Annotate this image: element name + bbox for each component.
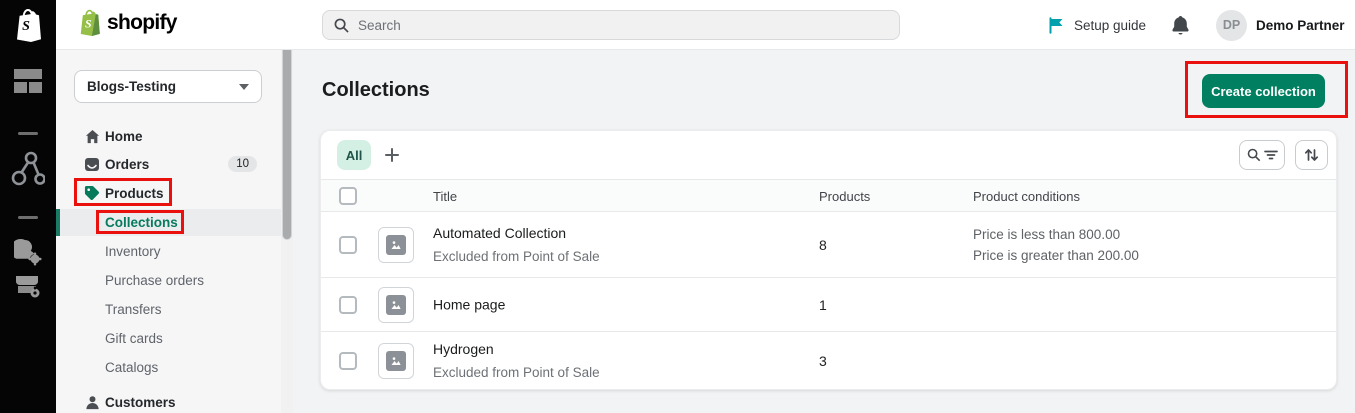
- collection-thumbnail: [378, 227, 414, 263]
- search-icon: [334, 18, 349, 33]
- column-header-title: Title: [433, 189, 457, 204]
- products-count: 8: [819, 237, 827, 253]
- orders-icon: [84, 156, 100, 172]
- image-placeholder-icon: [386, 295, 406, 315]
- svg-text:S: S: [85, 16, 92, 30]
- page-title: Collections: [322, 79, 430, 102]
- sidebar-item-transfers[interactable]: Transfers: [56, 295, 281, 323]
- collection-title-block[interactable]: Home page: [433, 293, 505, 316]
- avatar: DP: [1216, 10, 1247, 41]
- products-count: 3: [819, 353, 827, 369]
- sidebar: Blogs-Testing Home Orders 10 Products Co…: [56, 50, 281, 413]
- table-header: Title Products Product conditions: [321, 179, 1336, 212]
- condition-line: Price is less than 800.00: [973, 224, 1139, 245]
- collections-card: All Title Products Product conditions: [320, 130, 1337, 390]
- add-view-button[interactable]: [382, 145, 402, 165]
- topbar: S shopify Search Setup guide DP Demo Par…: [56, 0, 1355, 50]
- home-icon: [84, 128, 100, 144]
- column-header-conditions: Product conditions: [973, 189, 1080, 204]
- condition-line: Price is greater than 200.00: [973, 245, 1139, 266]
- filter-icon: [1264, 149, 1278, 161]
- sidebar-item-inventory[interactable]: Inventory: [56, 237, 281, 265]
- collection-thumbnail: [378, 287, 414, 323]
- account-name: Demo Partner: [1256, 18, 1345, 33]
- sidebar-item-orders[interactable]: Orders 10: [56, 150, 281, 178]
- shopify-logo-bag-icon: S: [78, 9, 101, 36]
- shopify-logo-text: shopify: [107, 11, 177, 35]
- sidebar-item-catalogs[interactable]: Catalogs: [56, 353, 281, 381]
- sidebar-item-purchase-orders[interactable]: Purchase orders: [56, 266, 281, 294]
- table-row[interactable]: Home page 1: [321, 278, 1336, 332]
- sidebar-item-gift-cards[interactable]: Gift cards: [56, 324, 281, 352]
- collection-title-block[interactable]: Hydrogen Excluded from Point of Sale: [433, 338, 600, 384]
- collection-subtitle: Excluded from Point of Sale: [433, 245, 600, 268]
- image-placeholder-icon: [386, 235, 406, 255]
- sort-button[interactable]: [1295, 140, 1328, 170]
- collection-subtitle: Excluded from Point of Sale: [433, 361, 600, 384]
- sidebar-item-label: Catalogs: [105, 360, 158, 375]
- app-rail: S: [0, 0, 56, 413]
- sidebar-item-home[interactable]: Home: [56, 122, 281, 150]
- sidebar-item-customers[interactable]: Customers: [56, 388, 281, 413]
- sort-arrows-icon: [1304, 147, 1319, 163]
- collection-title[interactable]: Hydrogen: [433, 338, 600, 361]
- table-row[interactable]: Automated Collection Excluded from Point…: [321, 213, 1336, 278]
- shopify-logo[interactable]: S shopify: [78, 9, 177, 36]
- sidebar-item-collections[interactable]: Collections: [56, 208, 281, 236]
- tab-all[interactable]: All: [337, 140, 371, 170]
- setup-guide-label: Setup guide: [1074, 18, 1146, 33]
- sidebar-item-label: Customers: [105, 395, 176, 410]
- plus-icon: [384, 147, 400, 163]
- search-icon: [1247, 148, 1261, 162]
- rail-divider: [18, 216, 38, 219]
- rail-divider: [18, 132, 38, 135]
- product-conditions: Price is less than 800.00 Price is great…: [973, 224, 1139, 266]
- shopify-bag-icon[interactable]: S: [0, 8, 56, 42]
- sidebar-item-label: Inventory: [105, 244, 161, 259]
- dashboard-grid-icon[interactable]: [0, 68, 56, 94]
- column-header-products: Products: [819, 189, 870, 204]
- sidebar-item-products[interactable]: Products: [56, 179, 281, 207]
- shopify-admin-page: S S shopify Search Setup guide: [0, 0, 1355, 413]
- row-checkbox[interactable]: [339, 352, 357, 370]
- search-filter-button[interactable]: [1239, 140, 1285, 170]
- row-checkbox[interactable]: [339, 236, 357, 254]
- search-placeholder: Search: [358, 18, 401, 33]
- table-row[interactable]: Hydrogen Excluded from Point of Sale 3: [321, 332, 1336, 390]
- bell-icon: [1171, 15, 1190, 36]
- collection-title[interactable]: Home page: [433, 293, 505, 316]
- svg-text:S: S: [22, 19, 30, 34]
- chevron-down-icon: [239, 84, 249, 90]
- collection-title-block[interactable]: Automated Collection Excluded from Point…: [433, 222, 600, 268]
- image-placeholder-icon: [386, 351, 406, 371]
- sidebar-item-label: Transfers: [105, 302, 162, 317]
- sidebar-item-label: Home: [105, 129, 143, 144]
- store-settings-icon[interactable]: [0, 272, 56, 300]
- sidebar-item-label: Orders: [105, 157, 149, 172]
- sidebar-item-label: Gift cards: [105, 331, 163, 346]
- avatar-initials: DP: [1223, 18, 1240, 32]
- select-all-checkbox[interactable]: [339, 187, 357, 205]
- search-input[interactable]: Search: [322, 10, 900, 40]
- row-checkbox[interactable]: [339, 296, 357, 314]
- customers-icon: [84, 394, 100, 410]
- products-count: 1: [819, 297, 827, 313]
- account-menu[interactable]: DP Demo Partner: [1216, 0, 1345, 50]
- sidebar-item-label: Products: [105, 186, 164, 201]
- notifications-button[interactable]: [1171, 0, 1190, 50]
- sidebar-item-label: Collections: [105, 215, 178, 230]
- collection-thumbnail: [378, 343, 414, 379]
- flag-icon: [1048, 17, 1065, 34]
- partner-account-icon[interactable]: [0, 238, 56, 266]
- store-switcher-label: Blogs-Testing: [87, 79, 176, 94]
- store-switcher[interactable]: Blogs-Testing: [74, 70, 262, 103]
- orders-count-badge: 10: [228, 156, 257, 172]
- setup-guide-button[interactable]: Setup guide: [1048, 0, 1146, 50]
- create-collection-button[interactable]: Create collection: [1202, 74, 1325, 108]
- collection-title[interactable]: Automated Collection: [433, 222, 600, 245]
- collab-network-icon[interactable]: [0, 150, 56, 188]
- sidebar-scrollbar[interactable]: [281, 50, 293, 413]
- products-tag-icon: [84, 185, 100, 201]
- sidebar-item-label: Purchase orders: [105, 273, 204, 288]
